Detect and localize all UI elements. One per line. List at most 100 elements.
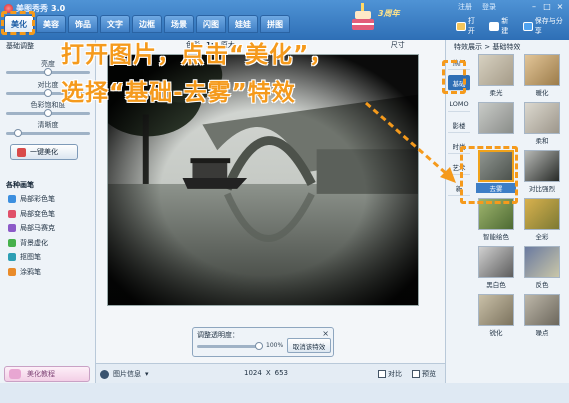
- effect-sharpen[interactable]: 锐化: [476, 294, 516, 337]
- mosaic-icon: [8, 224, 16, 233]
- app-version: 3.0: [51, 3, 66, 13]
- slider-track[interactable]: [6, 109, 90, 117]
- effect-gentle[interactable]: 柔和: [522, 102, 562, 145]
- slider-knob[interactable]: [255, 342, 263, 350]
- effect-label: 噪点: [535, 329, 549, 337]
- open-button[interactable]: 打开: [456, 16, 481, 36]
- minimize-icon[interactable]: –: [529, 2, 539, 12]
- save-icon: [522, 21, 533, 31]
- effect-black-white[interactable]: 黑白色: [476, 246, 516, 289]
- effect-thumbnail: [524, 198, 560, 230]
- save-share-button[interactable]: 保存与分享: [522, 16, 569, 36]
- effect-noise[interactable]: 噪点: [522, 294, 562, 337]
- plus-icon: [489, 21, 500, 31]
- tab-text[interactable]: 文字: [100, 15, 130, 33]
- effect-smart-color[interactable]: 智能绘色: [476, 198, 516, 241]
- resize-button[interactable]: 尺寸: [391, 40, 405, 50]
- close-icon[interactable]: ×: [322, 329, 329, 338]
- slider-track[interactable]: [6, 129, 90, 137]
- new-label: 新建: [501, 17, 509, 35]
- effect-label: 柔和: [535, 137, 549, 145]
- brush-item[interactable]: 局部彩色笔: [8, 192, 55, 207]
- new-button[interactable]: 新建: [489, 16, 514, 36]
- effect-thumbnail: [524, 294, 560, 326]
- effect-invert[interactable]: 反色: [522, 246, 562, 289]
- doodle-icon: [8, 267, 16, 276]
- effects-breadcrumb: 特效展示 > 基础特效: [454, 43, 521, 51]
- brush-list: 局部彩色笔 局部变色笔 局部马赛克 背景虚化 抠图笔 涂鸦笔: [8, 192, 55, 279]
- bottom-strip: [0, 383, 569, 403]
- brush-label: 局部马赛克: [20, 224, 55, 233]
- main-tabs: 美化 美容 饰品 文字 边框 场景 闪图 娃娃 拼图: [4, 15, 290, 33]
- effect-thumbnail: [524, 102, 560, 134]
- transparency-panel: 调整透明度： × 100% 取消该特效: [192, 327, 334, 357]
- tab-decoration[interactable]: 饰品: [68, 15, 98, 33]
- file-actions: 打开 新建 保存与分享: [456, 16, 569, 36]
- effect-full-color[interactable]: 全彩: [522, 198, 562, 241]
- brush-label: 涂鸦笔: [20, 267, 41, 276]
- compare-label: 对比: [388, 370, 402, 378]
- slider-knob[interactable]: [44, 68, 52, 76]
- slider-knob[interactable]: [13, 129, 22, 137]
- window-controls: – □ ×: [529, 2, 565, 12]
- clarity-slider[interactable]: 清晰度: [6, 120, 90, 137]
- tab-border[interactable]: 边框: [132, 15, 162, 33]
- transparency-slider[interactable]: [197, 342, 263, 350]
- image-info-button[interactable]: 图片信息 ▾: [100, 369, 149, 379]
- arrow-icon: [365, 101, 456, 183]
- highlight-beautify-tab: [1, 11, 35, 35]
- image-info-label: 图片信息: [113, 370, 141, 378]
- effect-warm[interactable]: 暖化: [522, 54, 562, 97]
- effect-thumbnail: [478, 246, 514, 278]
- anniversary-label: 3周年: [378, 9, 400, 18]
- cancel-effect-button[interactable]: 取消该特效: [287, 338, 331, 353]
- effect-unlabeled[interactable]: [476, 102, 516, 135]
- transparency-label: 调整透明度：: [197, 331, 239, 339]
- effect-high-contrast[interactable]: 对比强烈: [522, 150, 562, 193]
- login-link[interactable]: 登录: [482, 2, 496, 12]
- effect-label: 黑白色: [486, 281, 506, 289]
- maximize-icon[interactable]: □: [542, 2, 552, 12]
- tab-cosmetic[interactable]: 美容: [36, 15, 66, 33]
- account-links: 注册 登录: [458, 2, 496, 12]
- birthday-cake-icon: [352, 3, 374, 30]
- preview-button[interactable]: 预览: [412, 369, 436, 379]
- brush-item[interactable]: 背景虚化: [8, 236, 55, 251]
- folder-icon: [456, 21, 466, 31]
- info-icon: [100, 369, 109, 379]
- one-key-label: 一键美化: [30, 148, 58, 156]
- transparency-value: 100%: [266, 342, 284, 349]
- brush-label: 局部变色笔: [20, 209, 55, 218]
- register-link[interactable]: 注册: [458, 2, 472, 12]
- blur-icon: [8, 238, 16, 247]
- compare-button[interactable]: 对比: [378, 369, 402, 379]
- brushes-title: 各种画笔: [6, 181, 34, 189]
- brush-label: 抠图笔: [20, 253, 41, 262]
- chevron-down-icon: ▾: [145, 370, 149, 378]
- beautify-tutorial-button[interactable]: 美化教程: [4, 366, 90, 382]
- status-right: 对比 预览: [378, 369, 436, 379]
- brush-label: 局部彩色笔: [20, 195, 55, 204]
- tab-scene[interactable]: 场景: [164, 15, 194, 33]
- effect-soft-light[interactable]: 柔光: [476, 54, 516, 97]
- instruction-line-2: 选择“基础-去雾”特效: [61, 80, 296, 106]
- one-key-beautify-button[interactable]: 一键美化: [10, 144, 78, 160]
- brush-item[interactable]: 局部马赛克: [8, 221, 55, 236]
- preview-icon: [412, 370, 420, 378]
- slider-knob[interactable]: [44, 109, 52, 117]
- slider-knob[interactable]: [44, 89, 52, 97]
- brush-item[interactable]: 涂鸦笔: [8, 265, 55, 280]
- status-bar: 图片信息 ▾ 1024 X 653 对比 预览: [96, 363, 445, 383]
- image-dimensions: 1024 X 653: [244, 369, 288, 377]
- effect-label: 智能绘色: [483, 233, 509, 241]
- tab-doll[interactable]: 娃娃: [228, 15, 258, 33]
- brush-item[interactable]: 局部变色笔: [8, 207, 55, 222]
- tab-collage[interactable]: 拼图: [260, 15, 290, 33]
- color-brush-icon: [8, 195, 16, 204]
- close-icon[interactable]: ×: [555, 2, 565, 12]
- open-label: 打开: [467, 17, 475, 35]
- brush-item[interactable]: 抠图笔: [8, 250, 55, 265]
- tab-flash[interactable]: 闪图: [196, 15, 226, 33]
- effect-thumbnail: [478, 294, 514, 326]
- top-bar: 美图秀秀 3.0 美化 美容 饰品 文字 边框 场景 闪图 娃娃 拼图 3周年 …: [0, 0, 569, 40]
